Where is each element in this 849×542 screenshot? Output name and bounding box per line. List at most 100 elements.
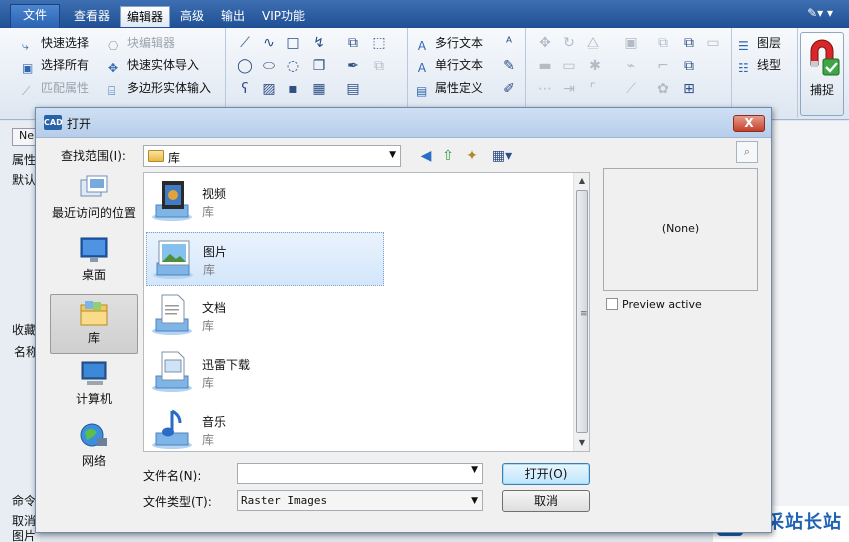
join-tool-icon[interactable]: ✿ xyxy=(654,80,672,98)
link-tool-icon[interactable]: ⧉ xyxy=(680,57,698,75)
quick-entity-import-button[interactable]: ✥ 快速实体导入 xyxy=(108,55,199,75)
linetype-label: 线型 xyxy=(757,58,782,72)
quick-entity-import-label: 快速实体导入 xyxy=(127,58,200,72)
preview-active-label: Preview active xyxy=(622,298,702,311)
explode-tool-icon[interactable]: ✱ xyxy=(586,57,604,75)
text-find-icon[interactable]: ✐ xyxy=(500,80,518,98)
chevron-down-icon[interactable]: ▼ xyxy=(471,465,478,475)
menu-editor[interactable]: 编辑器 xyxy=(120,6,171,27)
scroll-down-icon[interactable]: ▼ xyxy=(574,435,590,451)
list-item-documents[interactable]: 文档 库 xyxy=(146,289,384,343)
fillet-tool-icon[interactable]: ⌐ xyxy=(654,57,672,75)
file-list-scrollbar[interactable]: ▲ ≡ ▼ xyxy=(573,173,589,451)
place-recent[interactable]: 最近访问的位置 xyxy=(50,170,138,230)
open-button[interactable]: 打开(O) xyxy=(502,463,590,485)
ribbon-group-text: Ａ 多行文本 Ａ 单行文本 ▤ 属性定义 ᴬ ✎ ✐ xyxy=(408,28,526,118)
offset-tool-icon[interactable]: ⌁ xyxy=(622,57,640,75)
list-item-videos[interactable]: 视频 库 xyxy=(146,175,384,229)
up-folder-icon[interactable]: ⇧ xyxy=(438,146,458,166)
copy-tool-icon[interactable]: ❐ xyxy=(310,57,328,75)
hatch-tool-icon[interactable]: ▨ xyxy=(260,80,278,98)
menu-file[interactable]: 文件 xyxy=(10,4,60,28)
xref-tool-icon[interactable]: ⧉ xyxy=(370,57,388,75)
arc-tool-icon[interactable]: ◌ xyxy=(284,57,302,75)
filename-input[interactable]: ▼ xyxy=(237,463,483,484)
rotate-tool-icon[interactable]: ↻ xyxy=(560,34,578,52)
checkbox-box[interactable] xyxy=(606,298,618,310)
ellipse-tool-icon[interactable]: ⬭ xyxy=(260,57,278,75)
close-button[interactable]: X xyxy=(733,115,765,132)
text-style-icon[interactable]: ᴬ xyxy=(500,34,518,52)
filetype-select[interactable]: Raster Images ▼ xyxy=(237,490,483,511)
preview-active-checkbox[interactable]: Preview active xyxy=(606,298,702,311)
image-tool-icon[interactable]: ▦ xyxy=(310,80,328,98)
menu-output[interactable]: 输出 xyxy=(215,6,251,27)
text-icon: Ａ xyxy=(416,61,429,75)
mtext-button[interactable]: Ａ 多行文本 xyxy=(416,33,483,53)
table-tool-icon[interactable]: ▤ xyxy=(344,80,362,98)
place-desktop[interactable]: 桌面 xyxy=(50,232,138,292)
place-network[interactable]: 网络 xyxy=(50,418,138,478)
place-label: 桌面 xyxy=(81,268,106,282)
preview-pane: (None) xyxy=(603,168,758,291)
text-button[interactable]: Ａ 单行文本 xyxy=(416,55,483,75)
extend-tool-icon[interactable]: ⟋ xyxy=(622,80,640,98)
menu-viewer[interactable]: 查看器 xyxy=(68,6,116,27)
pen-tool-icon[interactable]: ✒ xyxy=(344,57,362,75)
block-editor-button[interactable]: ⎔ 块编辑器 xyxy=(108,33,175,53)
linetype-button[interactable]: ☷ 线型 xyxy=(738,55,781,75)
rectangle-tool-icon[interactable]: □ xyxy=(284,34,302,52)
stretch-tool-icon[interactable]: ▬ xyxy=(536,57,554,75)
list-item-downloads[interactable]: 迅雷下载 库 xyxy=(146,346,384,400)
break-tool-icon[interactable]: ⇥ xyxy=(560,80,578,98)
list-item-pictures[interactable]: 图片 库 xyxy=(146,232,384,286)
move-tool-icon[interactable]: ✥ xyxy=(536,34,554,52)
attdef-button[interactable]: ▤ 属性定义 xyxy=(416,78,483,98)
place-label: 最近访问的位置 xyxy=(51,206,136,220)
region-tool-icon[interactable]: ⬚ xyxy=(370,34,388,52)
lookin-combo[interactable]: 库 ▼ xyxy=(143,145,401,167)
music-library-icon xyxy=(152,409,192,449)
circle-tool-icon[interactable]: ◯ xyxy=(236,57,254,75)
dialog-titlebar[interactable]: CAD 打开 X xyxy=(36,108,771,138)
menu-vip[interactable]: VIP功能 xyxy=(256,6,311,27)
scroll-up-icon[interactable]: ▲ xyxy=(574,173,590,189)
cancel-button[interactable]: 取消 xyxy=(502,490,590,512)
match-properties-button[interactable]: ⟋ 匹配属性 xyxy=(22,78,89,98)
spline-tool-icon[interactable]: ↯ xyxy=(310,34,328,52)
layers-button[interactable]: ☰ 图层 xyxy=(738,33,781,53)
trim-tool-icon[interactable]: ▭ xyxy=(560,57,578,75)
erase-tool-icon[interactable]: ⋯ xyxy=(536,80,554,98)
preview-toggle-icon[interactable]: ⌕ xyxy=(736,141,758,163)
block-insert-icon[interactable]: ⧉ xyxy=(344,34,362,52)
ribbon-group-modify: ✥ ↻ ⧋ ▣ ⧉ ⧉ ▭ ▬ ▭ ✱ ⌁ ⌐ ⧉ ⋯ ⇥ ⌜ ⟋ ✿ ⊞ xyxy=(526,28,732,118)
back-icon[interactable]: ◀ xyxy=(416,146,436,166)
mirror-tool-icon[interactable]: ⧋ xyxy=(584,34,602,52)
text-edit-icon[interactable]: ✎ xyxy=(500,57,518,75)
menu-advanced[interactable]: 高级 xyxy=(174,6,210,27)
command-log-line-2: 图片 xyxy=(12,529,37,542)
chamfer-tool-icon[interactable]: ⌜ xyxy=(584,80,602,98)
file-type: 库 xyxy=(202,376,215,390)
quick-select-button[interactable]: ⤷ 快速选择 xyxy=(22,33,89,53)
curve-tool-icon[interactable]: ʕ xyxy=(236,80,254,98)
array-tool-icon[interactable]: ⧉ xyxy=(654,34,672,52)
quick-access-icon[interactable]: ✎▾ ▾ xyxy=(807,6,833,20)
point-tool-icon[interactable]: ▪ xyxy=(284,80,302,98)
place-computer[interactable]: 计算机 xyxy=(50,356,138,416)
group-tool-icon[interactable]: ⧉ xyxy=(680,34,698,52)
properties-header: 属性 xyxy=(12,153,37,167)
scrollbar-thumb[interactable]: ≡ xyxy=(576,190,588,433)
list-item-music[interactable]: 音乐 库 xyxy=(146,403,384,457)
polygon-entity-input-button[interactable]: ⌸ 多边形实体输入 xyxy=(108,78,211,98)
polyline-tool-icon[interactable]: ∿ xyxy=(260,34,278,52)
select-all-button[interactable]: ▣ 选择所有 xyxy=(22,55,89,75)
new-folder-icon[interactable]: ✦ xyxy=(462,146,482,166)
place-libraries[interactable]: 库 xyxy=(50,294,138,354)
snap-button[interactable]: 捕捉 xyxy=(800,32,844,116)
line-tool-icon[interactable]: ⟋ xyxy=(236,34,254,52)
view-menu-icon[interactable]: ▦▾ xyxy=(488,146,516,166)
ungroup-tool-icon[interactable]: ▭ xyxy=(704,34,722,52)
export-tool-icon[interactable]: ⊞ xyxy=(680,80,698,98)
scale-tool-icon[interactable]: ▣ xyxy=(622,34,640,52)
